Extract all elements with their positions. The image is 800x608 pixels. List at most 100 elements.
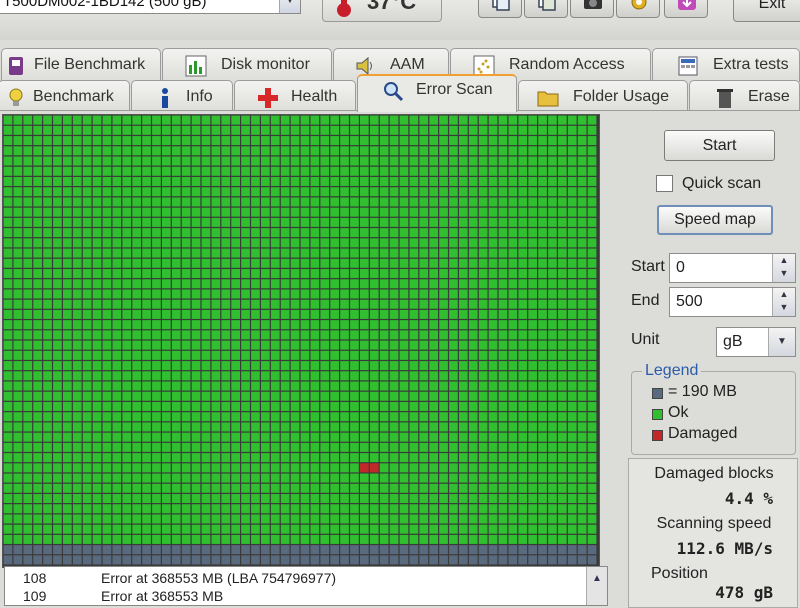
block-ok (548, 524, 557, 534)
block-ok (102, 238, 112, 248)
block-ok (468, 371, 478, 381)
block-ok (538, 217, 547, 227)
log-message: Error at 368553 MB (101, 588, 224, 604)
block-ok (231, 340, 240, 350)
block-ok (92, 166, 102, 176)
block-ok (171, 238, 181, 248)
block-ok (478, 207, 488, 217)
block-ok (251, 391, 260, 401)
save-button[interactable] (664, 0, 708, 18)
tab-erase[interactable]: Erase (689, 80, 800, 114)
quick-scan-checkbox[interactable] (656, 175, 673, 192)
block-ok (340, 453, 349, 463)
block-ok (379, 381, 389, 391)
block-ok (270, 176, 280, 186)
block-ok (468, 269, 478, 279)
block-ok (92, 514, 102, 524)
block-ok (251, 187, 260, 197)
tab-folder-usage[interactable]: Folder Usage (518, 80, 688, 114)
options-button[interactable] (616, 0, 660, 18)
tab-extra-tests[interactable]: Extra tests (652, 48, 800, 82)
block-ok (211, 463, 221, 473)
copy-text-button[interactable] (478, 0, 522, 18)
chevron-down-icon[interactable]: ▼ (279, 0, 300, 13)
block-ok (162, 340, 171, 350)
block-ok (132, 463, 141, 473)
block-ok (548, 187, 557, 197)
block-ok (251, 299, 260, 309)
copy-screenshot-button[interactable] (524, 0, 568, 18)
block-ok (251, 381, 260, 391)
block-ok (449, 432, 458, 442)
block-ok (399, 269, 409, 279)
tab-error-scan[interactable]: Error Scan (357, 74, 517, 112)
block-ok (112, 258, 122, 268)
tab-file-benchmark[interactable]: File Benchmark (1, 48, 161, 82)
block-ok (23, 371, 33, 381)
start-button[interactable]: Start (664, 130, 775, 161)
block-ok (270, 309, 280, 319)
end-position-spinner[interactable]: 500 ▲ ▼ (669, 287, 796, 317)
block-ok (102, 473, 112, 483)
block-ok (53, 176, 62, 186)
tab-benchmark[interactable]: Benchmark (0, 80, 130, 114)
block-ok (399, 340, 409, 350)
block-unscanned (488, 545, 498, 555)
block-ok (231, 176, 240, 186)
unit-select[interactable]: gB ▼ (716, 327, 796, 357)
block-damaged (369, 463, 379, 473)
exit-button[interactable]: Exit (733, 0, 800, 22)
block-ok (280, 309, 290, 319)
speed-map-button[interactable]: Speed map (657, 205, 773, 235)
block-ok (439, 524, 448, 534)
scroll-up-icon[interactable]: ▲ (586, 567, 607, 605)
start-position-spinner[interactable]: 0 ▲ ▼ (669, 253, 796, 283)
tab-health[interactable]: Health (234, 80, 356, 114)
block-ok (320, 207, 330, 217)
block-ok (587, 361, 597, 371)
block-ok (300, 483, 310, 493)
block-ok (399, 381, 409, 391)
block-ok (468, 197, 478, 207)
block-ok (3, 248, 13, 258)
chevron-down-icon[interactable]: ▼ (768, 328, 795, 356)
block-ok (478, 524, 488, 534)
block-unscanned (221, 555, 231, 565)
block-ok (63, 176, 72, 186)
block-ok (290, 504, 300, 514)
block-ok (142, 320, 151, 330)
block-ok (330, 330, 339, 340)
block-ok (132, 279, 141, 289)
block-ok (350, 125, 359, 135)
scan-map (2, 114, 600, 568)
block-ok (449, 115, 458, 125)
block-unscanned (518, 555, 528, 565)
block-ok (439, 258, 448, 268)
block-ok (518, 463, 528, 473)
error-log[interactable]: 108 Error at 368553 MB (LBA 754796977) 1… (4, 566, 608, 606)
block-ok (102, 453, 112, 463)
folder-icon (537, 91, 559, 107)
block-ok (72, 166, 82, 176)
block-ok (518, 401, 528, 411)
block-ok (132, 453, 141, 463)
block-ok (350, 330, 359, 340)
block-ok (72, 330, 82, 340)
block-ok (92, 299, 102, 309)
tab-disk-monitor[interactable]: Disk monitor (162, 48, 332, 82)
block-ok (152, 371, 161, 381)
block-ok (508, 422, 518, 432)
block-ok (330, 217, 339, 227)
spinner-arrows-icon[interactable]: ▲ ▼ (772, 288, 795, 316)
block-ok (181, 228, 191, 238)
block-ok (152, 504, 161, 514)
block-ok (409, 125, 419, 135)
drive-select[interactable]: T500DM002-1BD142 (500 gB) ▼ (0, 0, 301, 14)
block-ok (429, 432, 438, 442)
block-ok (330, 504, 339, 514)
tab-info[interactable]: Info (131, 80, 233, 114)
save-screenshot-button[interactable] (570, 0, 614, 18)
block-ok (310, 146, 320, 156)
spinner-arrows-icon[interactable]: ▲ ▼ (772, 254, 795, 282)
block-unscanned (409, 555, 419, 565)
